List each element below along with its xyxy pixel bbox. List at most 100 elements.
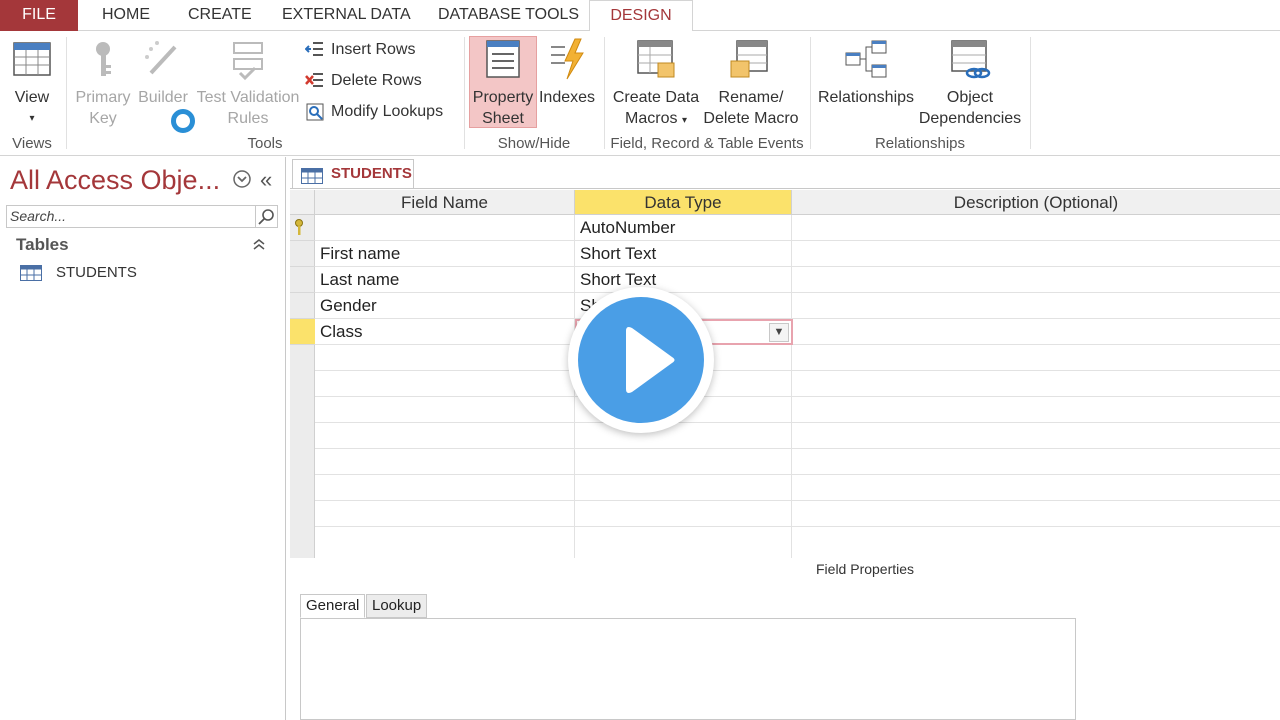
property-sheet-button[interactable]: Property Sheet bbox=[469, 36, 537, 128]
table-row: Last name Short Text bbox=[315, 267, 1280, 293]
nav-collapse-icon[interactable]: « bbox=[260, 167, 272, 193]
data-type-cell[interactable]: Short Text bbox=[575, 267, 792, 293]
table-row bbox=[315, 501, 1280, 527]
create-data-macros-label: Create Data Macros ▾ bbox=[612, 89, 700, 127]
nav-menu-chevron-icon[interactable] bbox=[232, 169, 252, 194]
tab-create[interactable]: CREATE bbox=[176, 0, 264, 31]
description-cell[interactable] bbox=[792, 215, 1280, 241]
rename-delete-macro-button[interactable]: Rename/Delete Macro bbox=[700, 37, 802, 129]
row-selector[interactable] bbox=[290, 267, 315, 293]
builder-button[interactable]: Builder bbox=[136, 37, 190, 108]
indexes-button[interactable]: Indexes bbox=[538, 37, 596, 108]
row-selector-current[interactable] bbox=[290, 319, 315, 345]
insert-rows-icon bbox=[304, 40, 325, 60]
modify-lookups-button[interactable]: Modify Lookups bbox=[305, 99, 443, 125]
nav-pane-title[interactable]: All Access Obje... bbox=[10, 165, 220, 196]
datasheet-view-icon bbox=[10, 37, 54, 81]
field-name-cell[interactable]: First name bbox=[315, 241, 575, 267]
test-validation-rules-button[interactable]: Test Validation Rules bbox=[196, 37, 300, 129]
field-properties-panel bbox=[300, 618, 1076, 720]
builder-label: Builder bbox=[138, 89, 188, 106]
field-name-cell[interactable] bbox=[315, 215, 575, 241]
row-selector[interactable] bbox=[290, 241, 315, 267]
data-type-cell[interactable] bbox=[575, 501, 792, 527]
section-collapse-icon[interactable] bbox=[252, 237, 266, 254]
object-dependencies-button[interactable]: Object Dependencies bbox=[918, 37, 1022, 129]
field-name-cell[interactable] bbox=[315, 397, 575, 423]
table-row bbox=[315, 397, 1280, 423]
view-button[interactable]: View ▾ bbox=[6, 37, 58, 129]
row-selector[interactable] bbox=[290, 215, 315, 241]
grid-corner[interactable] bbox=[290, 190, 315, 215]
description-cell[interactable] bbox=[792, 241, 1280, 267]
group-separator bbox=[604, 37, 605, 149]
tab-database-tools[interactable]: DATABASE TOOLS bbox=[426, 0, 591, 31]
field-name-cell[interactable] bbox=[315, 475, 575, 501]
field-name-cell[interactable] bbox=[315, 501, 575, 527]
field-name-cell[interactable]: Gender bbox=[315, 293, 575, 319]
insert-rows-button[interactable]: Insert Rows bbox=[304, 37, 415, 63]
tab-design[interactable]: DESIGN bbox=[589, 0, 693, 32]
data-type-cell[interactable] bbox=[575, 527, 792, 558]
nav-search-input[interactable]: Search... bbox=[6, 205, 278, 228]
table-row: AutoNumber bbox=[315, 215, 1280, 241]
data-type-cell[interactable]: AutoNumber bbox=[575, 215, 792, 241]
tab-general[interactable]: General bbox=[300, 594, 366, 618]
play-icon bbox=[626, 327, 675, 393]
field-name-cell[interactable] bbox=[315, 449, 575, 475]
data-type-cell[interactable] bbox=[575, 423, 792, 449]
delete-rows-button[interactable]: Delete Rows bbox=[305, 68, 422, 94]
group-separator bbox=[66, 37, 67, 149]
navigation-pane: All Access Obje... « Search... Tables ST… bbox=[0, 157, 286, 720]
tab-external-data[interactable]: EXTERNAL DATA bbox=[270, 0, 423, 31]
tab-lookup[interactable]: Lookup bbox=[366, 594, 428, 618]
chevron-down-icon[interactable]: ▼ bbox=[769, 323, 789, 342]
table-row bbox=[315, 371, 1280, 397]
delete-rows-label: Delete Rows bbox=[331, 72, 422, 89]
indexes-label: Indexes bbox=[538, 89, 596, 106]
data-type-cell[interactable] bbox=[575, 449, 792, 475]
table-row: Gender Sh bbox=[315, 293, 1280, 319]
data-type-cell[interactable]: Short Text bbox=[575, 241, 792, 267]
field-name-cell[interactable]: Class bbox=[315, 319, 575, 345]
description-cell[interactable] bbox=[792, 267, 1280, 293]
field-name-cell[interactable] bbox=[315, 345, 575, 371]
table-icon bbox=[301, 166, 323, 184]
table-row bbox=[315, 423, 1280, 449]
busy-cursor-icon bbox=[171, 109, 195, 133]
table-row-current: Class ▼ bbox=[315, 319, 1280, 345]
relationships-icon bbox=[844, 37, 888, 81]
search-icon[interactable] bbox=[255, 206, 277, 227]
field-name-cell[interactable]: Last name bbox=[315, 267, 575, 293]
play-button-circle bbox=[578, 297, 704, 423]
key-icon bbox=[81, 37, 125, 81]
primary-key-button[interactable]: Primary Key bbox=[74, 37, 132, 129]
document-tab-students[interactable]: STUDENTS bbox=[292, 159, 414, 189]
create-data-macros-button[interactable]: Create Data Macros ▾ bbox=[610, 37, 702, 131]
relationships-button[interactable]: Relationships bbox=[816, 37, 916, 108]
field-name-cell[interactable] bbox=[315, 423, 575, 449]
view-label: View bbox=[14, 89, 50, 106]
row-selector-column bbox=[290, 215, 315, 558]
description-cell[interactable] bbox=[792, 293, 1280, 319]
object-dependencies-label: Object Dependencies bbox=[918, 89, 1022, 127]
tab-home[interactable]: HOME bbox=[90, 0, 162, 31]
tab-file[interactable]: FILE bbox=[0, 0, 78, 31]
indexes-lightning-icon bbox=[545, 37, 589, 81]
data-type-cell[interactable] bbox=[575, 475, 792, 501]
nav-item-label: STUDENTS bbox=[56, 264, 137, 281]
group-separator bbox=[1030, 37, 1031, 149]
field-name-cell[interactable] bbox=[315, 527, 575, 558]
view-dropdown-icon: ▾ bbox=[29, 113, 35, 124]
ribbon-tab-bar: FILE HOME CREATE EXTERNAL DATA DATABASE … bbox=[0, 0, 1280, 32]
group-label-views: Views bbox=[12, 135, 52, 152]
nav-section-tables[interactable]: Tables bbox=[16, 235, 69, 255]
field-name-cell[interactable] bbox=[315, 371, 575, 397]
nav-item-students[interactable]: STUDENTS bbox=[20, 262, 137, 284]
modify-lookups-icon bbox=[305, 102, 325, 122]
ribbon: View ▾ Views Primary Key Builder Test Va… bbox=[0, 31, 1280, 156]
row-selector[interactable] bbox=[290, 293, 315, 319]
group-separator bbox=[464, 37, 465, 149]
description-cell[interactable] bbox=[792, 319, 1280, 345]
video-play-button[interactable] bbox=[568, 287, 714, 433]
